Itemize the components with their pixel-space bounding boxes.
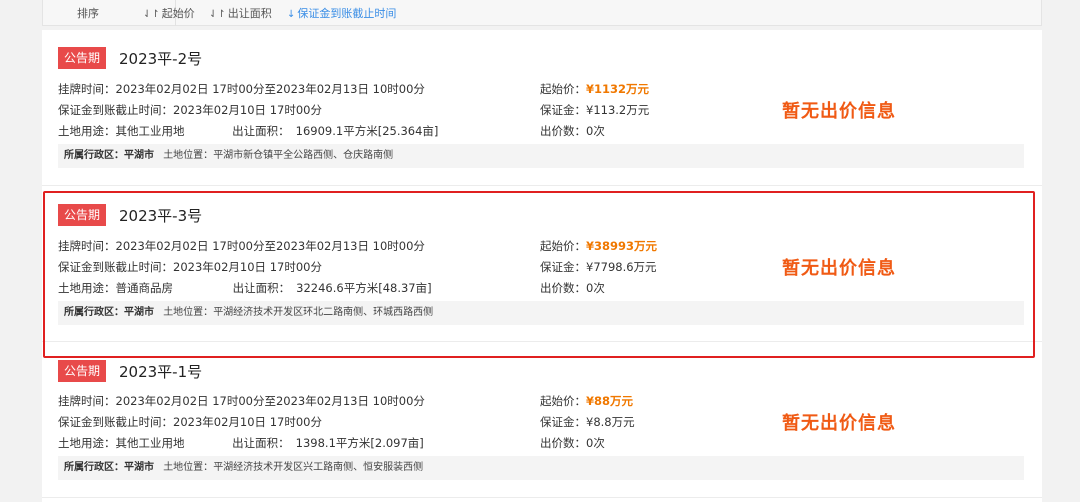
listing-time-value: 2023年02月02日 17时00分至2023年02月13日 10时00分	[115, 239, 425, 253]
deposit-row: 保证金：¥8.8万元	[540, 414, 635, 430]
land-use-row: 土地用途：普通商品房 出让面积： 32246.6平方米[48.37亩]	[58, 280, 432, 296]
deposit-label: 保证金：	[540, 260, 586, 274]
sort-option-label: 出让面积	[227, 7, 272, 20]
bid-status: 暂无出价信息	[782, 101, 896, 122]
listing-time-value: 2023年02月02日 17时00分至2023年02月13日 10时00分	[115, 82, 425, 96]
area-label: 出让面积：	[232, 436, 290, 450]
listing-item[interactable]: 公告期 2023平-2号 挂牌时间：2023年02月02日 17时00分至202…	[42, 30, 1042, 186]
listing-time-value: 2023年02月02日 17时00分至2023年02月13日 10时00分	[115, 394, 425, 408]
listing-time-row: 挂牌时间：2023年02月02日 17时00分至2023年02月13日 10时0…	[58, 81, 425, 97]
land-use-label: 土地用途：	[58, 281, 116, 295]
area-value: 1398.1平方米[2.097亩]	[295, 436, 424, 450]
sort-option-label: 起始价	[161, 7, 195, 20]
area-label: 出让面积：	[232, 281, 291, 295]
start-price-label: 起始价：	[540, 394, 586, 408]
land-use-row: 土地用途：其他工业用地 出让面积： 16909.1平方米[25.364亩]	[58, 123, 438, 139]
bid-count-row: 出价数：0次	[540, 435, 605, 451]
location-bar: 所属行政区：平湖市 土地位置：平湖市新仓镇平全公路西侧、仓庆路南侧	[58, 144, 1024, 168]
deposit-label: 保证金：	[540, 415, 586, 429]
listing-list: 公告期 2023平-2号 挂牌时间：2023年02月02日 17时00分至202…	[42, 30, 1042, 502]
start-price-row: 起始价：¥1132万元	[540, 81, 649, 97]
bid-count-value: 0次	[586, 281, 605, 295]
deposit-label: 保证金：	[540, 103, 586, 117]
sort-bar: 排序 ⇃↾ 起始价 ⇃↾ 出让面积 ↓ 保证金到账截止时间	[42, 0, 1042, 26]
bid-count-label: 出价数：	[540, 124, 586, 138]
district-label: 所属行政区：	[64, 462, 124, 473]
bid-status: 暂无出价信息	[782, 258, 896, 279]
start-price-value: ¥38993万元	[586, 239, 658, 253]
location-label: 土地位置：	[163, 462, 214, 473]
land-use-label: 土地用途：	[58, 124, 116, 138]
start-price-label: 起始价：	[540, 82, 586, 96]
area-label: 出让面积：	[232, 124, 290, 138]
district-label: 所属行政区：	[64, 150, 124, 161]
sort-arrows-icon: ⇃↾	[209, 9, 226, 20]
land-use-value: 其他工业用地	[115, 436, 185, 450]
sort-arrows-icon: ⇃↾	[143, 9, 160, 20]
deposit-value: ¥8.8万元	[586, 415, 635, 429]
start-price-row: 起始价：¥38993万元	[540, 238, 657, 254]
location-label: 土地位置：	[163, 150, 214, 161]
land-use-label: 土地用途：	[58, 436, 116, 450]
sort-deposit-deadline[interactable]: ↓ 保证金到账截止时间	[287, 5, 396, 21]
bid-count-row: 出价数：0次	[540, 280, 605, 296]
bid-count-label: 出价数：	[540, 436, 586, 450]
listing-title[interactable]: 2023平-2号	[119, 48, 202, 69]
location-value: 平湖经济技术开发区环北二路南侧、环城西路西侧	[213, 307, 434, 318]
district-value: 平湖市	[124, 150, 154, 161]
land-use-row: 土地用途：其他工业用地 出让面积： 1398.1平方米[2.097亩]	[58, 435, 424, 451]
start-price-label: 起始价：	[540, 239, 586, 253]
location-value: 平湖经济技术开发区兴工路南侧、恒安服装西侧	[213, 462, 424, 473]
deposit-deadline-label: 保证金到账截止时间：	[58, 415, 173, 429]
bid-count-value: 0次	[586, 436, 605, 450]
area-value: 32246.6平方米[48.37亩]	[296, 281, 432, 295]
status-badge: 公告期	[58, 360, 107, 382]
area-value: 16909.1平方米[25.364亩]	[295, 124, 439, 138]
listing-time-label: 挂牌时间：	[58, 82, 116, 96]
location-value: 平湖市新仓镇平全公路西侧、仓庆路南侧	[213, 150, 394, 161]
deposit-deadline-value: 2023年02月10日 17时00分	[173, 103, 322, 117]
listing-time-row: 挂牌时间：2023年02月02日 17时00分至2023年02月13日 10时0…	[58, 393, 425, 409]
sort-label: 排序	[77, 7, 99, 20]
bid-count-label: 出价数：	[540, 281, 586, 295]
status-badge: 公告期	[58, 204, 107, 226]
listing-time-row: 挂牌时间：2023年02月02日 17时00分至2023年02月13日 10时0…	[58, 238, 425, 254]
sort-option-label: 保证金到账截止时间	[297, 7, 397, 20]
deposit-deadline-row: 保证金到账截止时间：2023年02月10日 17时00分	[58, 102, 322, 118]
listing-item[interactable]: 公告期 2023平-3号 挂牌时间：2023年02月02日 17时00分至202…	[42, 186, 1042, 358]
deposit-value: ¥7798.6万元	[586, 260, 657, 274]
deposit-deadline-label: 保证金到账截止时间：	[58, 103, 173, 117]
location-bar: 所属行政区：平湖市 土地位置：平湖经济技术开发区兴工路南侧、恒安服装西侧	[58, 456, 1024, 480]
location-label: 土地位置：	[163, 307, 214, 318]
listing-item[interactable]: 公告期 2023平-1号 挂牌时间：2023年02月02日 17时00分至202…	[42, 342, 1042, 498]
land-use-value: 其他工业用地	[115, 124, 185, 138]
start-price-value: ¥88万元	[586, 394, 634, 408]
listing-title[interactable]: 2023平-3号	[119, 205, 202, 226]
deposit-row: 保证金：¥113.2万元	[540, 102, 649, 118]
bid-count-value: 0次	[586, 124, 605, 138]
listing-time-label: 挂牌时间：	[58, 394, 116, 408]
sort-down-icon: ↓	[287, 9, 296, 20]
deposit-deadline-value: 2023年02月10日 17时00分	[173, 260, 322, 274]
land-use-value: 普通商品房	[115, 281, 174, 295]
district-value: 平湖市	[124, 307, 154, 318]
deposit-deadline-row: 保证金到账截止时间：2023年02月10日 17时00分	[58, 414, 322, 430]
deposit-deadline-row: 保证金到账截止时间：2023年02月10日 17时00分	[58, 259, 322, 275]
sort-area[interactable]: ⇃↾ 出让面积	[209, 5, 272, 21]
deposit-value: ¥113.2万元	[586, 103, 650, 117]
start-price-row: 起始价：¥88万元	[540, 393, 633, 409]
status-badge: 公告期	[58, 47, 107, 69]
sort-start-price[interactable]: ⇃↾ 起始价	[143, 5, 195, 21]
listing-title[interactable]: 2023平-1号	[119, 361, 202, 382]
deposit-row: 保证金：¥7798.6万元	[540, 259, 657, 275]
start-price-value: ¥1132万元	[586, 82, 650, 96]
deposit-deadline-label: 保证金到账截止时间：	[58, 260, 173, 274]
district-value: 平湖市	[124, 462, 154, 473]
deposit-deadline-value: 2023年02月10日 17时00分	[173, 415, 322, 429]
district-label: 所属行政区：	[64, 307, 124, 318]
bid-status: 暂无出价信息	[782, 413, 896, 434]
bid-count-row: 出价数：0次	[540, 123, 605, 139]
listing-time-label: 挂牌时间：	[58, 239, 116, 253]
location-bar: 所属行政区：平湖市 土地位置：平湖经济技术开发区环北二路南侧、环城西路西侧	[58, 301, 1024, 325]
